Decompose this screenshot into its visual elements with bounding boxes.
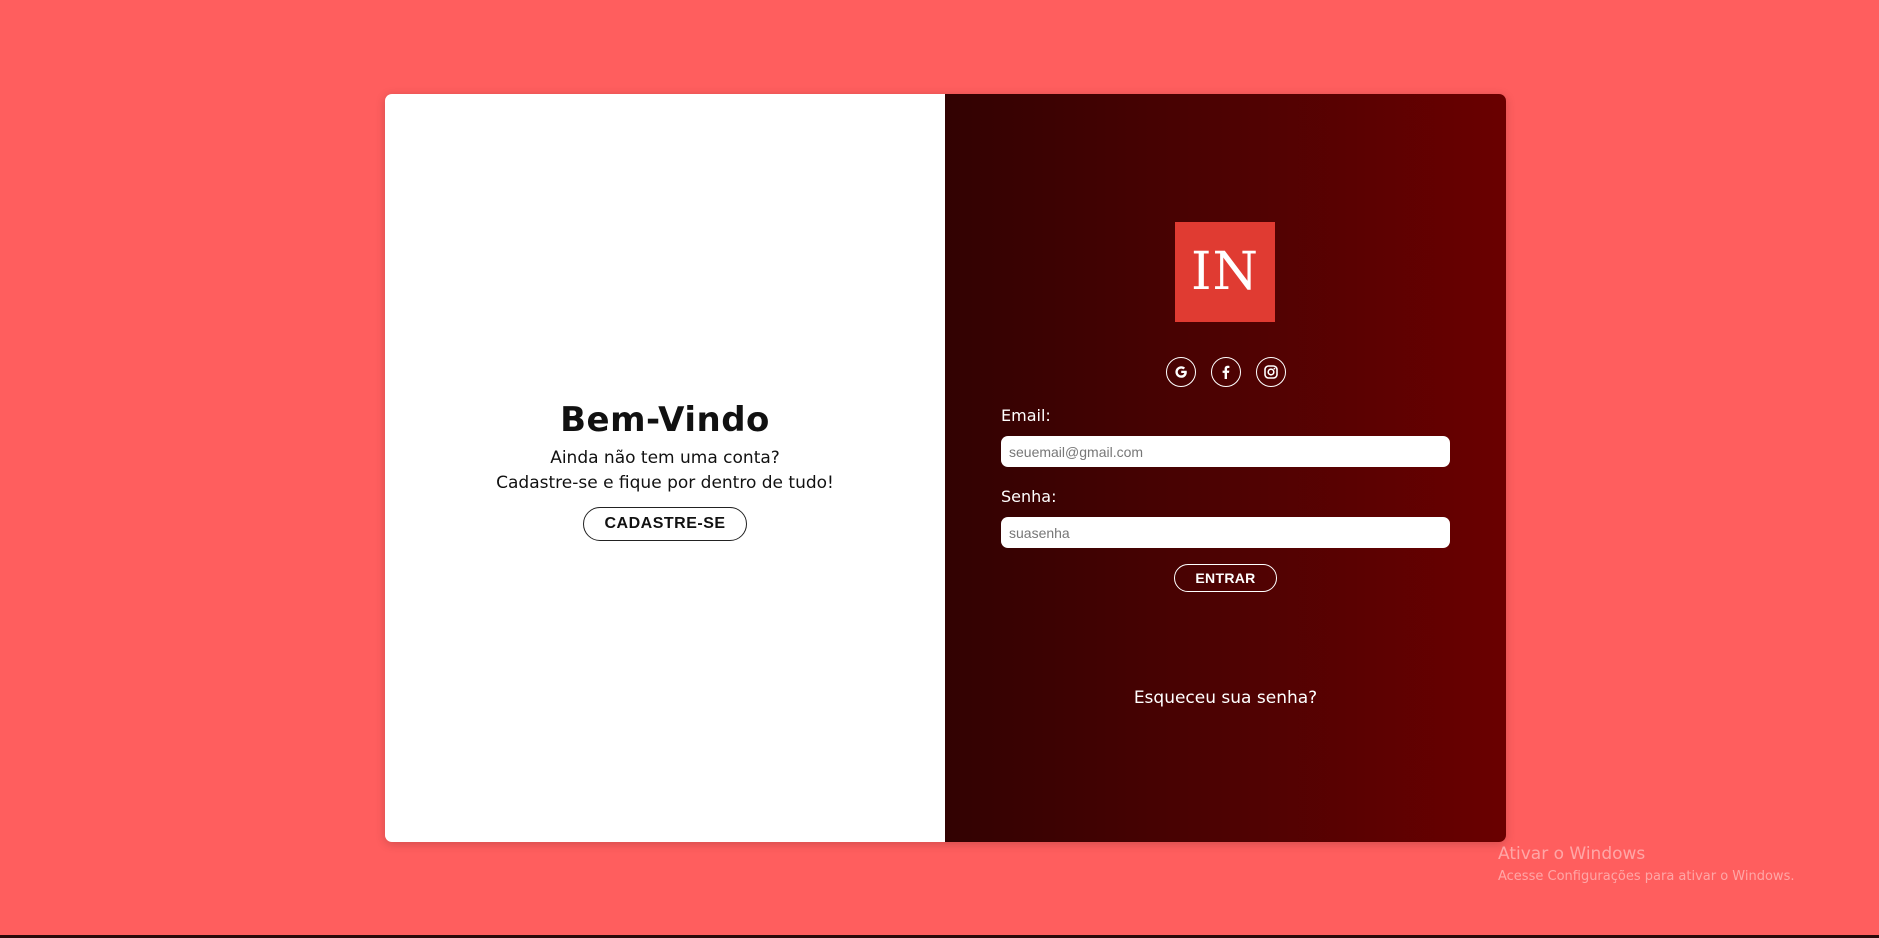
windows-activation-watermark: Ativar o Windows Acesse Configurações pa…	[1498, 843, 1794, 886]
login-card: Bem-Vindo Ainda não tem uma conta? Cadas…	[385, 94, 1506, 842]
password-input[interactable]	[1001, 517, 1450, 548]
instagram-icon	[1263, 364, 1279, 380]
instagram-login-button[interactable]	[1255, 357, 1286, 387]
login-form: Email: Senha: ENTRAR	[1001, 406, 1450, 592]
welcome-panel: Bem-Vindo Ainda não tem uma conta? Cadas…	[385, 94, 945, 842]
watermark-subtitle: Acesse Configurações para ativar o Windo…	[1498, 869, 1795, 884]
password-label: Senha:	[1001, 487, 1057, 506]
forgot-password-link[interactable]: Esqueceu sua senha?	[945, 688, 1506, 708]
welcome-title: Bem-Vindo	[560, 400, 770, 440]
welcome-subtitle: Cadastre-se e fique por dentro de tudo!	[496, 473, 834, 493]
login-panel: IN Email: seuemail@gmail.com Senha: ENTR…	[945, 94, 1506, 842]
email-input[interactable]	[1001, 436, 1450, 467]
brand-logo: IN	[1175, 222, 1275, 322]
signup-button[interactable]: CADASTRE-SE	[583, 507, 747, 541]
email-label: Email:	[1001, 406, 1051, 425]
google-icon	[1173, 364, 1189, 380]
enter-button[interactable]: ENTRAR	[1174, 564, 1277, 592]
welcome-section: Bem-Vindo Ainda não tem uma conta? Cadas…	[385, 400, 945, 541]
google-login-button[interactable]	[1165, 357, 1196, 387]
social-login-row	[945, 357, 1506, 387]
logo-text: IN	[1190, 242, 1260, 302]
facebook-login-button[interactable]	[1210, 357, 1241, 387]
enter-button-wrap: ENTRAR	[1001, 564, 1450, 592]
facebook-icon	[1218, 364, 1234, 380]
watermark-title: Ativar o Windows	[1498, 844, 1646, 864]
welcome-question: Ainda não tem uma conta?	[550, 448, 780, 468]
